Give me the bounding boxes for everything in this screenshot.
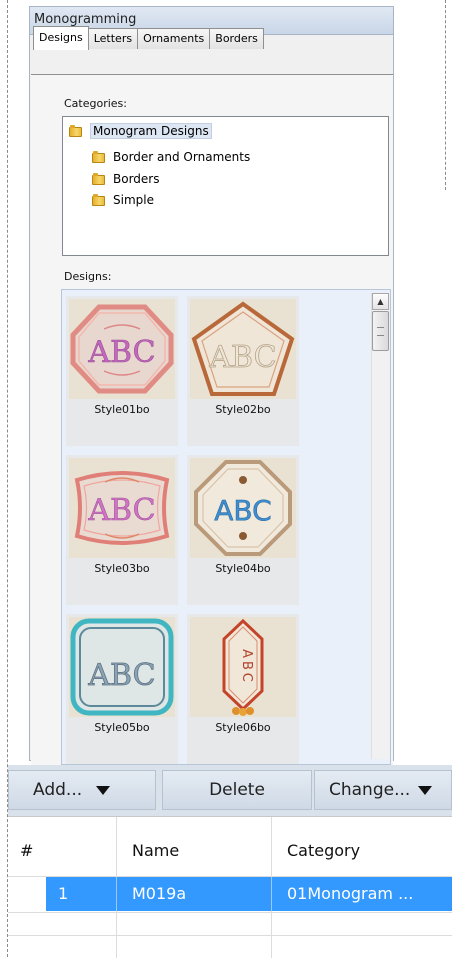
design-name: Style03bo [94, 562, 150, 575]
design-letters: ABC [208, 340, 276, 375]
design-thumbnail: ABC [190, 299, 296, 399]
tab-borders[interactable]: Borders [209, 28, 264, 49]
design-letters: ABC [87, 493, 155, 528]
folder-icon [69, 125, 83, 137]
chevron-down-icon [418, 785, 433, 795]
design-thumbnail: ABC [190, 617, 296, 717]
tree-item-border-and-ornaments[interactable]: Border and Ornaments [92, 147, 250, 167]
tree-item-borders[interactable]: Borders [92, 169, 159, 189]
column-header-number[interactable]: # [20, 831, 33, 871]
design-name: Style06bo [215, 721, 271, 734]
tab-ornaments[interactable]: Ornaments [137, 28, 211, 49]
design-name: Style01bo [94, 403, 150, 416]
design-letters: ABC [87, 658, 155, 693]
design-name: Style04bo [215, 562, 271, 575]
chevron-down-icon [96, 785, 111, 795]
row-category: 01Monogram ... [287, 884, 414, 903]
row-name: M019a [132, 884, 187, 903]
change-button[interactable]: Change... [314, 770, 452, 810]
design-tile-style01bo[interactable]: ABC Style01bo [66, 296, 178, 446]
column-divider [116, 877, 117, 911]
categories-tree[interactable]: Monogram Designs Border and Ornaments Bo… [62, 116, 389, 256]
tab-letters[interactable]: Letters [87, 28, 139, 49]
delete-button-label: Delete [209, 780, 265, 800]
categories-label: Categories: [64, 97, 127, 110]
designs-scrollbar[interactable]: ▲ [371, 293, 389, 759]
tree-item-label: Border and Ornaments [113, 150, 251, 164]
design-name: Style02bo [215, 403, 271, 416]
design-tile-style05bo[interactable]: ABC Style05bo [66, 614, 178, 764]
design-letters: ABC [214, 494, 271, 527]
design-thumbnail: ABC [69, 458, 175, 558]
design-tile-style03bo[interactable]: ABC Style03bo [66, 455, 178, 605]
delete-button[interactable]: Delete [162, 770, 312, 810]
design-letters: ABC [239, 649, 254, 685]
folder-icon [92, 151, 106, 163]
column-header-name[interactable]: Name [132, 831, 179, 871]
monogram-list[interactable]: # Name Category 1 M019a 01Monogram ... [8, 816, 452, 958]
designs-gallery[interactable]: ▲ ABC Style01bo ABC Style02bo ABC Style0… [61, 289, 391, 765]
design-thumbnail: ABC [69, 617, 175, 717]
list-toolbar: Add... Delete Change... [8, 765, 452, 816]
design-tile-style04bo[interactable]: ABC Style04bo [187, 455, 299, 605]
column-header-category[interactable]: Category [287, 831, 360, 871]
designs-label: Designs: [64, 270, 112, 283]
table-row[interactable]: 1 M019a 01Monogram ... [46, 877, 452, 911]
column-divider [271, 877, 272, 911]
scroll-up-button[interactable]: ▲ [372, 293, 389, 310]
tree-item-monogram-designs[interactable]: Monogram Designs [69, 121, 212, 141]
row-divider [8, 935, 452, 936]
design-tile-style02bo[interactable]: ABC Style02bo [187, 296, 299, 446]
tab-designs[interactable]: Designs [33, 26, 89, 50]
tab-bar: Designs Letters Ornaments Borders [33, 26, 264, 50]
add-button-label: Add... [33, 780, 83, 800]
design-letters: ABC [87, 335, 155, 370]
tree-item-simple[interactable]: Simple [92, 190, 154, 210]
row-number: 1 [58, 884, 69, 903]
folder-icon [92, 173, 106, 185]
design-name: Style05bo [94, 721, 150, 734]
change-button-label: Change... [329, 780, 411, 800]
scroll-thumb[interactable] [372, 311, 389, 351]
tree-item-label: Monogram Designs [90, 123, 212, 139]
design-tile-style06bo[interactable]: ABC Style06bo [187, 614, 299, 764]
add-button[interactable]: Add... [8, 770, 156, 810]
folder-icon [92, 194, 106, 206]
tree-item-label: Simple [113, 193, 154, 207]
design-thumbnail: ABC [69, 299, 175, 399]
dashed-border-right [445, 0, 446, 190]
design-thumbnail: ABC [190, 458, 296, 558]
tree-item-label: Borders [113, 172, 160, 186]
row-divider [8, 912, 452, 913]
